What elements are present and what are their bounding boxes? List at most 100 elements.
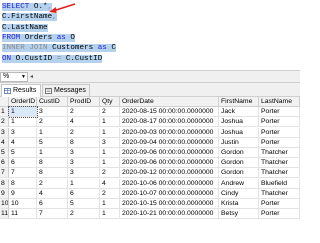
table-cell[interactable]: 2 — [100, 107, 120, 118]
table-cell[interactable]: Thatcher — [259, 168, 300, 179]
table-cell[interactable]: Porter — [259, 107, 300, 118]
table-cell[interactable]: Justin — [219, 137, 259, 148]
table-cell[interactable]: 4 — [100, 178, 120, 189]
table-cell[interactable]: 1 — [100, 158, 120, 169]
table-cell[interactable]: 1 — [68, 178, 100, 189]
results-grid[interactable]: OrderID CustID ProdID Qty OrderDate FirstName… — [0, 97, 300, 243]
column-header[interactable]: Qty — [100, 97, 120, 107]
tab-results[interactable]: Results — [1, 84, 41, 97]
table-cell[interactable]: 6 — [68, 188, 100, 199]
table-cell[interactable]: 1 — [9, 117, 37, 128]
sql-line[interactable]: FROM Orders as O — [2, 33, 75, 43]
column-header[interactable]: CustID — [37, 97, 68, 107]
table-row[interactable]: 11 11 7 2 1 2020-10-21 00:00:00.0000000 Betsy P… — [0, 209, 300, 220]
column-header[interactable]: LastName — [259, 97, 300, 107]
table-cell[interactable]: 5 — [9, 148, 37, 158]
row-number[interactable]: 10 — [0, 199, 9, 209]
table-cell[interactable]: 6 — [9, 158, 37, 169]
table-cell[interactable]: 3 — [68, 148, 100, 158]
table-cell[interactable]: 2 — [68, 209, 100, 220]
column-header[interactable]: ProdID — [68, 97, 100, 107]
row-number[interactable]: 6 — [0, 158, 9, 169]
table-cell[interactable]: 2020-08-15 00:00:00.0000000 — [120, 107, 219, 118]
table-cell[interactable]: 3 — [9, 127, 37, 138]
row-number[interactable]: 5 — [0, 148, 9, 158]
table-cell[interactable]: Gordon — [219, 158, 259, 169]
table-row[interactable]: 8 8 2 1 4 2020-10-06 00:00:00.0000000 Andrew Bl… — [0, 178, 300, 189]
table-cell[interactable]: Thatcher — [259, 188, 300, 199]
table-cell[interactable]: 2020-10-06 00:00:00.0000000 — [120, 178, 219, 189]
table-cell[interactable]: 3 — [68, 168, 100, 179]
table-cell[interactable]: 2020-09-04 00:00:00.0000000 — [120, 137, 219, 148]
table-cell[interactable]: Thatcher — [259, 158, 300, 169]
table-cell[interactable]: 6 — [37, 199, 68, 209]
table-row[interactable]: 2 1 2 4 1 2020-08-17 00:00:00.0000000 Joshua Po… — [0, 117, 300, 128]
table-cell[interactable]: 5 — [37, 137, 68, 148]
row-number[interactable]: 2 — [0, 117, 9, 128]
selected-sql-text[interactable]: ON O.CustID = C.CustID — [2, 54, 103, 63]
table-cell[interactable]: 2 — [37, 178, 68, 189]
column-header[interactable]: OrderID — [9, 97, 37, 107]
row-number[interactable]: 3 — [0, 127, 9, 138]
table-cell[interactable]: 1 — [37, 127, 68, 138]
row-number[interactable]: 4 — [0, 137, 9, 148]
table-cell[interactable]: 11 — [9, 209, 37, 220]
table-cell[interactable]: 9 — [9, 188, 37, 199]
table-cell[interactable]: 4 — [9, 137, 37, 148]
table-cell[interactable]: Porter — [259, 199, 300, 209]
table-cell[interactable]: 3 — [68, 158, 100, 169]
table-cell[interactable]: 10 — [9, 199, 37, 209]
table-cell[interactable]: 2 — [37, 117, 68, 128]
table-row[interactable]: 6 6 8 3 1 2020-09-06 00:00:00.0000000 Gordon Th… — [0, 158, 300, 169]
table-cell[interactable]: 8 — [68, 137, 100, 148]
table-cell[interactable]: 2020-10-15 00:00:00.0000000 — [120, 199, 219, 209]
table-cell[interactable]: Joshua — [219, 127, 259, 138]
table-cell[interactable]: 8 — [9, 178, 37, 189]
table-cell[interactable]: 1 — [8, 106, 38, 119]
table-cell[interactable]: 3 — [37, 107, 68, 118]
selected-sql-text[interactable]: C.FirstName, — [2, 13, 57, 22]
table-cell[interactable]: 7 — [37, 209, 68, 220]
scroll-left-icon[interactable]: ◂ — [30, 73, 33, 80]
table-cell[interactable]: 8 — [37, 168, 68, 179]
column-header[interactable]: FirstName — [219, 97, 259, 107]
table-cell[interactable]: 1 — [100, 199, 120, 209]
table-row[interactable]: 1 1 3 2 2 2020-08-15 00:00:00.0000000 Jack Port… — [0, 106, 300, 119]
table-cell[interactable]: 4 — [68, 117, 100, 128]
table-cell[interactable]: 1 — [100, 127, 120, 138]
table-cell[interactable]: Joshua — [219, 117, 259, 128]
table-cell[interactable]: 2020-08-17 00:00:00.0000000 — [120, 117, 219, 128]
table-cell[interactable]: 2020-09-06 00:00:00.0000000 — [120, 148, 219, 158]
zoom-dropdown[interactable]: % ▼ — [0, 72, 28, 82]
table-cell[interactable]: 2 — [68, 127, 100, 138]
row-number[interactable]: 7 — [0, 168, 9, 179]
table-row[interactable]: 7 7 8 3 2 2020-09-12 00:00:00.0000000 Gordon Th… — [0, 168, 300, 179]
table-cell[interactable]: 5 — [68, 199, 100, 209]
table-cell[interactable]: 2 — [100, 188, 120, 199]
table-cell[interactable]: Thatcher — [259, 148, 300, 158]
grid-corner[interactable] — [0, 97, 9, 107]
table-cell[interactable]: 2 — [68, 107, 100, 118]
table-cell[interactable]: Betsy — [219, 209, 259, 220]
table-cell[interactable]: Krista — [219, 199, 259, 209]
table-cell[interactable]: Jack — [219, 107, 259, 118]
table-cell[interactable]: 2020-09-12 00:00:00.0000000 — [120, 168, 219, 179]
tab-messages[interactable]: Messages — [42, 84, 90, 97]
row-number[interactable]: 1 — [0, 107, 9, 118]
table-cell[interactable]: 8 — [37, 158, 68, 169]
table-cell[interactable]: Porter — [259, 137, 300, 148]
table-cell[interactable]: Porter — [259, 117, 300, 128]
selected-sql-text[interactable]: INNER JOIN Customers as C — [2, 44, 116, 53]
sql-line[interactable]: ON O.CustID = C.CustID — [2, 54, 103, 64]
selected-sql-text[interactable]: SELECT O.*, — [2, 3, 53, 11]
table-cell[interactable]: 3 — [100, 137, 120, 148]
table-cell[interactable]: Porter — [259, 127, 300, 138]
table-cell[interactable]: 2020-10-07 00:00:00.0000000 — [120, 188, 219, 199]
table-row[interactable]: 3 3 1 2 1 2020-09-03 00:00:00.0000000 Joshua Po… — [0, 127, 300, 138]
row-number[interactable]: 8 — [0, 178, 9, 189]
sql-line[interactable]: SELECT O.*, — [2, 2, 53, 12]
row-number[interactable]: 11 — [0, 209, 9, 220]
sql-line[interactable]: C.LastName — [2, 23, 48, 33]
table-cell[interactable]: Bluefield — [259, 178, 300, 189]
selected-sql-text[interactable]: C.LastName — [2, 23, 48, 32]
